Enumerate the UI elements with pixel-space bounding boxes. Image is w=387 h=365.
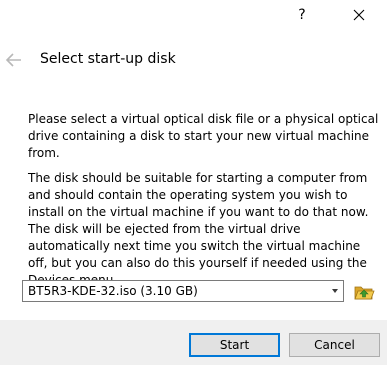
cancel-button[interactable]: Cancel (289, 333, 380, 357)
browse-disk-button[interactable] (353, 281, 375, 303)
start-button[interactable]: Start (189, 333, 280, 357)
help-button[interactable]: ? (279, 0, 325, 30)
back-arrow-icon (5, 53, 21, 67)
disk-note-text: The disk should be suitable for starting… (28, 171, 369, 287)
disk-select[interactable]: BT5R3-KDE-32.iso (3.10 GB) (22, 280, 344, 302)
disk-select-value: BT5R3-KDE-32.iso (3.10 GB) (28, 284, 198, 298)
close-icon (353, 9, 365, 21)
folder-open-icon (354, 286, 375, 300)
instructions-text: Please select a virtual optical disk fil… (28, 112, 379, 160)
page-title: Select start-up disk (40, 51, 176, 67)
chevron-down-icon (332, 289, 338, 293)
close-button[interactable] (336, 0, 382, 30)
back-button[interactable] (4, 52, 22, 68)
title-bar: ? (0, 0, 387, 30)
